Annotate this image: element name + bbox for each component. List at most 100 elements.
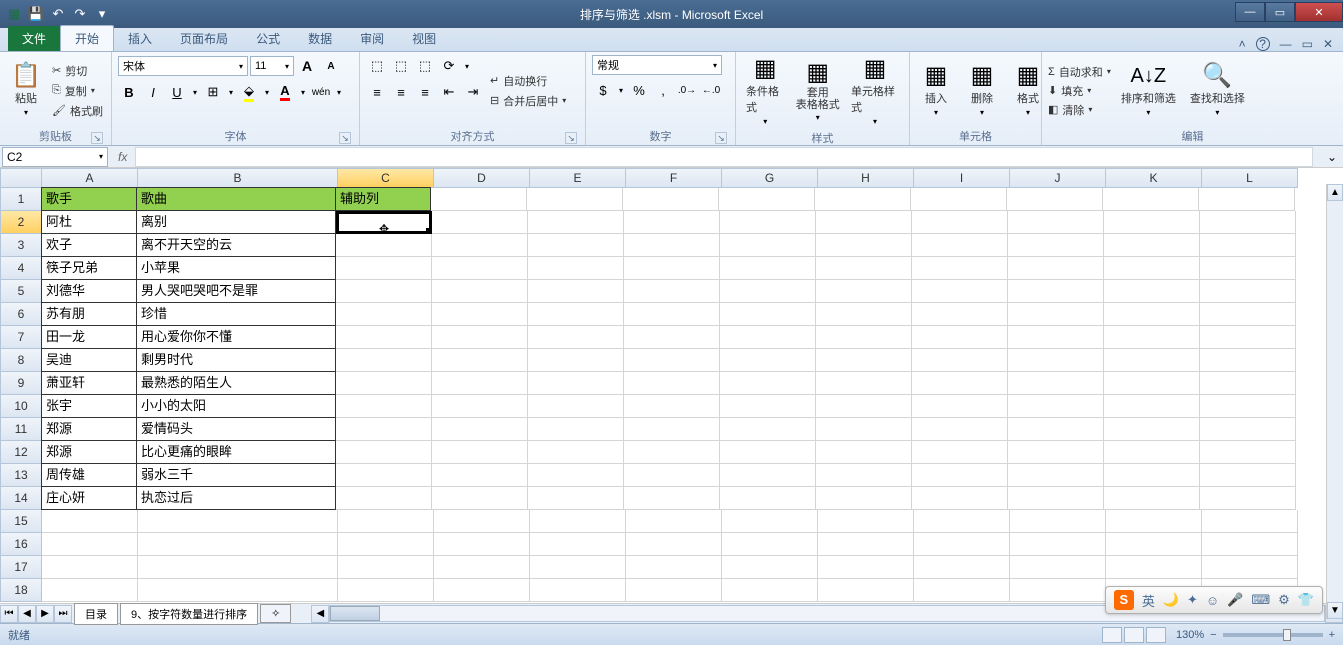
cell[interactable]: 比心更痛的眼眸	[136, 440, 336, 464]
cell[interactable]	[1202, 533, 1298, 556]
cell[interactable]: ✥	[336, 211, 432, 234]
table-format-button[interactable]: ▦套用 表格格式▾	[794, 55, 840, 128]
ime-skin-icon[interactable]: 👕	[1298, 592, 1314, 608]
cell[interactable]	[912, 487, 1008, 510]
cell[interactable]	[914, 510, 1010, 533]
select-all-corner[interactable]	[0, 168, 42, 188]
cell[interactable]	[1008, 464, 1104, 487]
copy-button[interactable]: ⎘复制▾	[52, 83, 103, 99]
cell[interactable]: 弱水三千	[136, 463, 336, 487]
cell[interactable]	[912, 257, 1008, 280]
row-header[interactable]: 1	[0, 188, 42, 211]
tab-insert[interactable]: 插入	[114, 26, 166, 51]
cell[interactable]	[1008, 487, 1104, 510]
hscroll-thumb[interactable]	[330, 606, 380, 621]
cell[interactable]	[1200, 211, 1296, 234]
cell[interactable]	[720, 418, 816, 441]
cell[interactable]: 萧亚轩	[41, 371, 137, 395]
accounting-more-icon[interactable]: ▾	[616, 79, 626, 101]
cell[interactable]: 阿杜	[41, 210, 137, 234]
cell[interactable]	[1202, 556, 1298, 579]
cell[interactable]	[914, 533, 1010, 556]
cell[interactable]	[138, 579, 338, 602]
column-header[interactable]: D	[434, 168, 530, 188]
cell[interactable]	[1200, 303, 1296, 326]
insert-cells-button[interactable]: ▦插入▾	[916, 55, 956, 126]
align-top-button[interactable]: ⬚	[366, 55, 388, 77]
cell[interactable]	[816, 280, 912, 303]
cell[interactable]	[432, 372, 528, 395]
cell[interactable]	[626, 579, 722, 602]
cell[interactable]	[624, 257, 720, 280]
cell[interactable]	[336, 372, 432, 395]
cell[interactable]	[528, 280, 624, 303]
cell[interactable]	[816, 464, 912, 487]
cell[interactable]	[432, 280, 528, 303]
cell[interactable]	[1104, 349, 1200, 372]
cell[interactable]	[434, 556, 530, 579]
row-header[interactable]: 16	[0, 533, 42, 556]
cell[interactable]	[624, 372, 720, 395]
row-header[interactable]: 17	[0, 556, 42, 579]
clipboard-launcher-icon[interactable]: ↘	[91, 132, 103, 144]
cell[interactable]	[1103, 188, 1199, 211]
zoom-in-button[interactable]: +	[1329, 629, 1335, 641]
delete-cells-button[interactable]: ▦删除▾	[962, 55, 1002, 126]
cell[interactable]	[624, 395, 720, 418]
cell[interactable]	[336, 349, 432, 372]
ime-moon-icon[interactable]: 🌙	[1163, 592, 1179, 608]
cell[interactable]	[1010, 556, 1106, 579]
cell[interactable]: 剩男时代	[136, 348, 336, 372]
cell[interactable]	[1200, 257, 1296, 280]
cell[interactable]: 最熟悉的陌生人	[136, 371, 336, 395]
cell[interactable]	[816, 487, 912, 510]
row-header[interactable]: 6	[0, 303, 42, 326]
cell[interactable]	[626, 533, 722, 556]
ime-toolbar[interactable]: S 英 🌙 ✦ ☺ 🎤 ⌨ ⚙ 👕	[1105, 586, 1323, 614]
formula-input[interactable]	[135, 147, 1313, 167]
cell[interactable]	[336, 257, 432, 280]
column-header[interactable]: K	[1106, 168, 1202, 188]
cell[interactable]	[624, 303, 720, 326]
cell[interactable]	[719, 188, 815, 211]
cell[interactable]	[1200, 372, 1296, 395]
ime-softkbd-icon[interactable]: ⌨	[1251, 592, 1270, 608]
cell[interactable]	[1008, 395, 1104, 418]
cell[interactable]: 歌曲	[136, 187, 336, 211]
ime-voice-icon[interactable]: 🎤	[1227, 592, 1243, 608]
cell[interactable]	[338, 579, 434, 602]
cell[interactable]	[815, 188, 911, 211]
cell[interactable]	[722, 533, 818, 556]
ribbon-minimize-icon[interactable]: ˄	[1239, 37, 1246, 51]
cell[interactable]	[818, 579, 914, 602]
view-pagebreak-button[interactable]	[1146, 627, 1166, 643]
cell[interactable]	[432, 234, 528, 257]
cell[interactable]	[623, 188, 719, 211]
cell[interactable]	[624, 280, 720, 303]
cell[interactable]	[1104, 395, 1200, 418]
cell[interactable]	[722, 579, 818, 602]
cell[interactable]	[1008, 280, 1104, 303]
sheet-nav-prev[interactable]: ◀	[18, 605, 36, 623]
row-header[interactable]: 3	[0, 234, 42, 257]
cell[interactable]	[336, 326, 432, 349]
cell[interactable]	[624, 326, 720, 349]
phonetic-button[interactable]: wén	[310, 81, 332, 103]
cell[interactable]	[336, 487, 432, 510]
border-button[interactable]: ⊞	[202, 81, 224, 103]
ime-punct-icon[interactable]: ✦	[1187, 592, 1198, 608]
cell[interactable]	[431, 188, 527, 211]
cell[interactable]	[624, 441, 720, 464]
ime-lang[interactable]: 英	[1142, 591, 1155, 610]
cell[interactable]	[434, 510, 530, 533]
cell[interactable]	[1104, 441, 1200, 464]
cell[interactable]	[1007, 188, 1103, 211]
cell[interactable]	[1010, 510, 1106, 533]
cell[interactable]: 筷子兄弟	[41, 256, 137, 280]
orientation-more-icon[interactable]: ▾	[462, 55, 472, 77]
cell[interactable]	[336, 418, 432, 441]
shrink-font-button[interactable]: A	[320, 55, 342, 77]
cell[interactable]	[434, 579, 530, 602]
font-launcher-icon[interactable]: ↘	[339, 132, 351, 144]
cell[interactable]	[1008, 372, 1104, 395]
